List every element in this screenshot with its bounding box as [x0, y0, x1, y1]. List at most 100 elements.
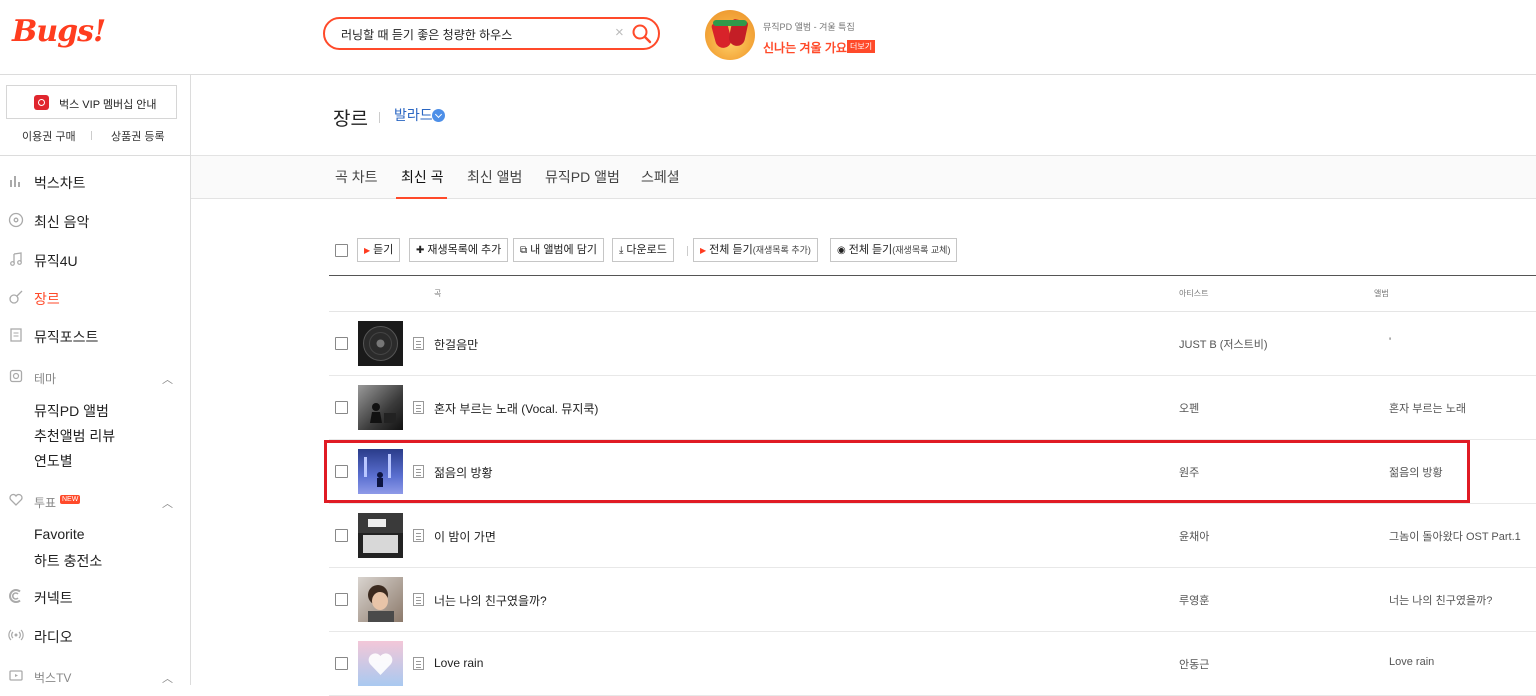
artist-name[interactable]: 루영훈: [1179, 592, 1209, 608]
bugs-logo[interactable]: Bugs!: [12, 14, 106, 49]
sidebar-item-label: 커넥트: [34, 590, 73, 606]
album-name[interactable]: Love rain: [1389, 656, 1434, 668]
heart-icon: [9, 493, 23, 506]
song-title[interactable]: 한걸음만: [434, 336, 478, 353]
sidebar-item-music4u[interactable]: 뮤직4U: [0, 248, 190, 272]
download-button[interactable]: ⤓ 다운로드: [612, 238, 674, 262]
row-checkbox[interactable]: [335, 529, 348, 542]
artist-name[interactable]: 오펜: [1179, 400, 1199, 416]
album-cover[interactable]: [358, 449, 403, 494]
album-name[interactable]: 그놈이 돌아왔다 OST Part.1: [1389, 528, 1521, 544]
chevron-down-icon[interactable]: [432, 109, 445, 122]
table-row[interactable]: 이 밤이 가면 윤채아 그놈이 돌아왔다 OST Part.1: [329, 504, 1536, 568]
chevron-up-icon[interactable]: ︿: [162, 371, 173, 387]
row-checkbox[interactable]: [335, 401, 348, 414]
active-tab-indicator: [396, 197, 447, 199]
tab-latest-albums[interactable]: 최신 앨범: [467, 167, 522, 187]
album-cover[interactable]: [358, 321, 403, 366]
column-song: 곡: [434, 289, 442, 298]
song-title[interactable]: 젊음의 방황: [434, 464, 493, 481]
promo-more-button[interactable]: 더보기: [847, 40, 876, 53]
artist-name[interactable]: 윤채아: [1179, 528, 1209, 544]
row-checkbox[interactable]: [335, 657, 348, 670]
sidebar-item-radio[interactable]: 라디오: [0, 624, 190, 648]
select-all-checkbox[interactable]: [335, 244, 348, 257]
chevron-up-icon[interactable]: ︿: [162, 495, 173, 511]
lyrics-icon[interactable]: [413, 657, 424, 670]
plus-icon: ✚: [416, 245, 425, 256]
theme-icon: [9, 369, 23, 383]
sidebar-subitem-album-review[interactable]: 추천앨범 리뷰: [34, 426, 115, 446]
table-row[interactable]: 혼자 부르는 노래 (Vocal. 뮤지쿡) 오펜 혼자 부르는 노래: [329, 376, 1536, 440]
song-title[interactable]: Love rain: [434, 656, 483, 670]
lyrics-icon[interactable]: [413, 401, 424, 414]
tab-latest-songs[interactable]: 최신 곡: [401, 167, 444, 187]
sidebar-item-theme[interactable]: 테마 ︿: [0, 365, 190, 389]
row-checkbox[interactable]: [335, 337, 348, 350]
play-icon: ▶: [700, 246, 707, 255]
album-cover[interactable]: [358, 641, 403, 686]
sidebar-item-chart[interactable]: 벅스차트: [0, 170, 190, 194]
toolbar-divider: [687, 246, 688, 256]
search-icon[interactable]: [631, 23, 653, 45]
song-title[interactable]: 혼자 부르는 노래 (Vocal. 뮤지쿡): [434, 400, 598, 417]
album-name[interactable]: 젊음의 방황: [1389, 464, 1443, 480]
add-to-playlist-button[interactable]: ✚ 재생목록에 추가: [409, 238, 509, 262]
register-voucher-link[interactable]: 상품권 등록: [111, 128, 165, 144]
promo-title[interactable]: 신나는 겨울 가요: [763, 39, 847, 56]
album-cover[interactable]: [358, 385, 403, 430]
table-row[interactable]: 젊음의 방황 원주 젊음의 방황: [329, 440, 1536, 504]
top-header: Bugs! 러닝할 때 듣기 좋은 청량한 하우스 × 뮤직PD 앨범 - 겨울…: [0, 0, 1536, 75]
artist-name[interactable]: 원주: [1179, 464, 1199, 480]
album-cover[interactable]: [358, 513, 403, 558]
tab-song-chart[interactable]: 곡 차트: [335, 167, 378, 187]
sidebar-subitem-heart-charge[interactable]: 하트 충전소: [34, 551, 102, 571]
vip-membership-button[interactable]: 벅스 VIP 멤버십 안내: [6, 85, 177, 119]
tab-musicpd-albums[interactable]: 뮤직PD 앨범: [545, 167, 620, 187]
play-button[interactable]: ▶ 듣기: [357, 238, 401, 262]
sidebar-subitem-musicpd[interactable]: 뮤직PD 앨범: [34, 401, 109, 421]
album-add-icon: ⧉: [520, 245, 528, 256]
column-album: 앨범: [1374, 289, 1389, 298]
row-checkbox[interactable]: [335, 593, 348, 606]
song-title[interactable]: 이 밤이 가면: [434, 528, 496, 545]
sidebar-subitem-by-year[interactable]: 연도별: [34, 451, 73, 471]
chevron-up-icon[interactable]: ︿: [162, 670, 173, 686]
sidebar-item-connect[interactable]: 커넥트: [0, 585, 190, 609]
lyrics-icon[interactable]: [413, 337, 424, 350]
sidebar-item-label: 뮤직4U: [34, 253, 78, 269]
sidebar-subitem-favorite[interactable]: Favorite: [34, 526, 85, 542]
table-row[interactable]: 한걸음만 JUST B (저스트비) ': [329, 312, 1536, 376]
search-input[interactable]: 러닝할 때 듣기 좋은 청량한 하우스: [341, 26, 512, 43]
song-title[interactable]: 너는 나의 친구였을까?: [434, 592, 547, 609]
artist-name[interactable]: 안동근: [1179, 656, 1209, 672]
lyrics-icon[interactable]: [413, 593, 424, 606]
sidebar-item-musicpost[interactable]: 뮤직포스트: [0, 324, 190, 348]
sidebar-item-new-music[interactable]: 최신 음악: [0, 209, 190, 233]
buy-pass-link[interactable]: 이용권 구매: [22, 128, 76, 144]
album-name[interactable]: ': [1389, 336, 1391, 348]
sidebar-item-bugstv[interactable]: 벅스TV ︿: [0, 664, 190, 688]
album-name[interactable]: 혼자 부르는 노래: [1389, 400, 1466, 416]
clear-icon[interactable]: ×: [615, 24, 624, 41]
radio-icon: [8, 629, 24, 641]
row-checkbox[interactable]: [335, 465, 348, 478]
search-box[interactable]: 러닝할 때 듣기 좋은 청량한 하우스 ×: [323, 17, 660, 50]
artist-name[interactable]: JUST B (저스트비): [1179, 336, 1268, 352]
tab-special[interactable]: 스페셜: [641, 167, 680, 187]
play-all-add-button[interactable]: ▶ 전체 듣기(재생목록 추가): [693, 238, 818, 262]
genre-selector[interactable]: 발라드: [394, 105, 433, 125]
play-all-replace-button[interactable]: ◉ 전체 듣기(재생목록 교체): [830, 238, 958, 262]
table-row[interactable]: 너는 나의 친구였을까? 루영훈 너는 나의 친구였을까?: [329, 568, 1536, 632]
album-cover[interactable]: [358, 577, 403, 622]
album-name[interactable]: 너는 나의 친구였을까?: [1389, 592, 1492, 608]
sidebar-item-label: 테마: [34, 372, 57, 386]
membership-links: 이용권 구매 상품권 등록: [0, 128, 190, 148]
lyrics-icon[interactable]: [413, 529, 424, 542]
sidebar-item-vote[interactable]: 투표 NEW ︿: [0, 489, 190, 513]
sidebar-item-label: 벅스TV: [34, 671, 72, 685]
add-to-album-button[interactable]: ⧉ 내 앨범에 담기: [513, 238, 604, 262]
table-row[interactable]: Love rain 안동근 Love rain: [329, 632, 1536, 696]
sidebar-item-genre[interactable]: 장르: [0, 286, 190, 310]
lyrics-icon[interactable]: [413, 465, 424, 478]
